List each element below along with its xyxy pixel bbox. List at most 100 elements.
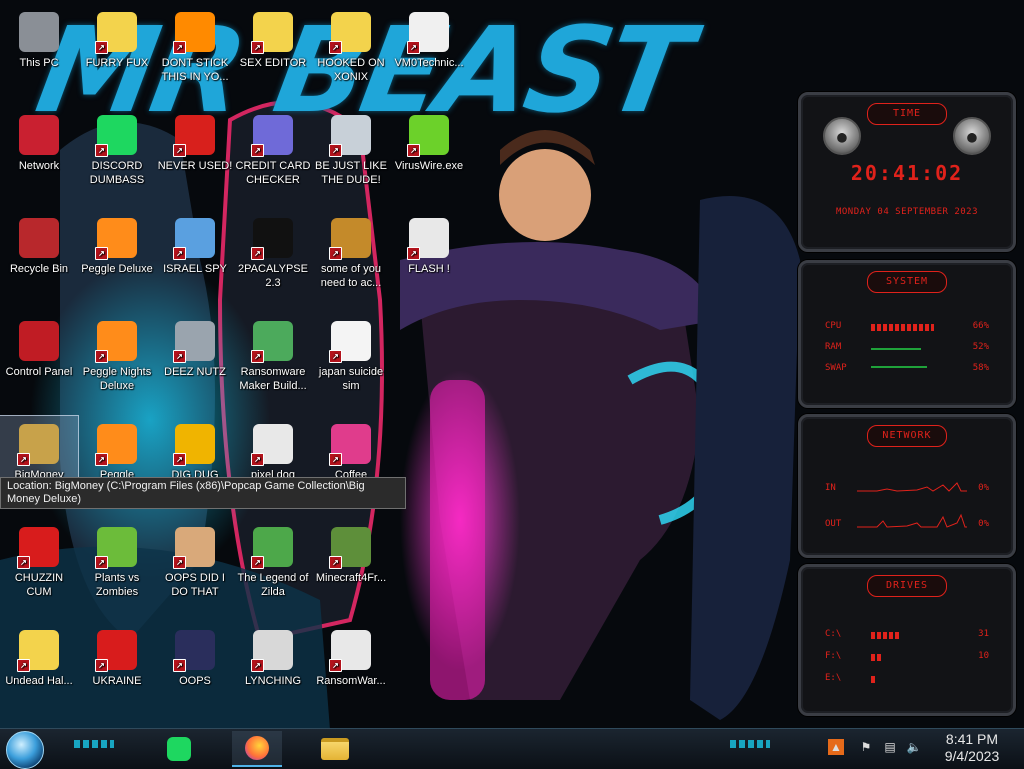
desktop-icon-label: VirusWire.exe [394, 160, 464, 172]
taskbar-pin-file-explorer[interactable] [310, 731, 360, 767]
monitor-icon: ↗ [329, 422, 373, 466]
dog-icon: ↗ [329, 216, 373, 260]
desktop-icon[interactable]: This PC [0, 4, 78, 70]
desktop-icon[interactable]: ↗ VirusWire.exe [390, 107, 468, 173]
desktop-icon[interactable]: ↗ Plants vs Zombies [78, 519, 156, 599]
shortcut-arrow-icon: ↗ [17, 556, 30, 569]
taskbar-clock[interactable]: 8:41 PM 9/4/2023 [930, 731, 1014, 765]
taskbar-decoration [74, 740, 114, 748]
flag-icon[interactable]: ⚑ [858, 739, 874, 755]
desktop-icon[interactable]: ↗ Peggle Deluxe [78, 210, 156, 276]
desktop-icon[interactable]: ↗ LYNCHING [234, 622, 312, 688]
desktop-icon-label: FLASH ! [408, 263, 450, 275]
flash-icon: ↗ [407, 216, 451, 260]
shortcut-arrow-icon: ↗ [251, 350, 264, 363]
network-icon[interactable]: ▤ [882, 739, 898, 755]
system-row-ram: RAM 52% [825, 342, 989, 356]
desktop-icon-label: DEEZ NUTZ [164, 366, 226, 378]
desktop-icon[interactable]: ↗ Minecraft4Fr... [312, 519, 390, 585]
shortcut-arrow-icon: ↗ [329, 144, 342, 157]
icon-shape [19, 12, 59, 52]
drives-gadget[interactable]: DRIVES C:\ 31 F:\ 10 E:\ [798, 564, 1016, 716]
desktop-icon[interactable]: ↗ pixel dog [234, 416, 312, 482]
network-row-value: 0% [978, 483, 989, 493]
desktop-icon[interactable]: ↗ RansomWar... [312, 622, 390, 688]
desktop-icon[interactable]: Network [0, 107, 78, 173]
network-in-graph [857, 482, 967, 492]
hardware-icon[interactable]: ▲ [828, 739, 844, 755]
desktop-icon[interactable]: Recycle Bin [0, 210, 78, 276]
desktop-icon[interactable]: ↗ FLASH ! [390, 210, 468, 276]
desktop-icon[interactable]: ↗ OOPS [156, 622, 234, 688]
cpu-usage-bar [871, 324, 967, 331]
taskbar-pin-firefox[interactable] [232, 731, 282, 767]
shortcut-arrow-icon: ↗ [95, 453, 108, 466]
desktop-icon[interactable]: ↗ DONT STICK THIS IN YO... [156, 4, 234, 84]
network-gadget[interactable]: NETWORK IN 0% OUT 0% [798, 414, 1016, 558]
shortcut-arrow-icon: ↗ [173, 247, 186, 260]
desktop-icon[interactable]: ↗ HOOKED ON XONIX [312, 4, 390, 84]
desktop-icon[interactable]: ↗ 2PACALYPSE 2.3 [234, 210, 312, 290]
network-gadget-title: NETWORK [867, 425, 947, 447]
desktop-icon[interactable]: ↗ Peggle Nights Deluxe [78, 313, 156, 393]
desktop-icon[interactable]: ↗ DEEZ NUTZ [156, 313, 234, 379]
desktop-icon-label: japan suicide sim [318, 366, 384, 392]
desktop-icon[interactable]: ↗ BigMoney [0, 415, 79, 483]
desktop-icon-label: OOPS [179, 675, 211, 687]
taskbar-decoration [730, 740, 770, 748]
shortcut-arrow-icon: ↗ [329, 453, 342, 466]
desktop-icon[interactable]: ↗ The Legend of Zilda [234, 519, 312, 599]
drive-e-usage-bar [871, 676, 967, 683]
desktop-icon[interactable]: ↗ Coffee [312, 416, 390, 482]
desktop-icon[interactable]: ↗ japan suicide sim [312, 313, 390, 393]
desktop-icon[interactable]: ↗ DISCORD DUMBASS [78, 107, 156, 187]
lime-icon: ↗ [407, 113, 451, 157]
desktop-icon[interactable]: ↗ CHUZZIN CUM [0, 519, 78, 599]
folder-icon [321, 738, 349, 760]
peggle-icon: ↗ [95, 319, 139, 363]
desktop-icon[interactable]: ↗ SEX EDITOR [234, 4, 312, 70]
desktop-icon-label: CREDIT CARD CHECKER [235, 160, 311, 186]
shortcut-arrow-icon: ↗ [251, 659, 264, 672]
desktop-icon[interactable]: Control Panel [0, 313, 78, 379]
skull-icon: ↗ [329, 628, 373, 672]
taskbar-pin-spotify[interactable] [154, 731, 204, 767]
de-icon: ↗ [173, 422, 217, 466]
desktop-icon[interactable]: ↗ BE JUST LIKE THE DUDE! [312, 107, 390, 187]
volume-icon[interactable]: 🔈 [906, 739, 922, 755]
desktop-icon[interactable]: ↗ ISRAEL SPY [156, 210, 234, 276]
network-row-value: 0% [978, 519, 989, 529]
desktop-icon[interactable]: ↗ UKRAINE [78, 622, 156, 688]
desktop-icon[interactable]: ↗ some of you need to ac... [312, 210, 390, 290]
chuzzle-icon: ↗ [17, 525, 61, 569]
desktop-icon[interactable]: ↗ CREDIT CARD CHECKER [234, 107, 312, 187]
alien-head-icon: ● [823, 117, 861, 155]
desktop-icon[interactable]: ↗ NEVER USED! [156, 107, 234, 173]
system-gadget[interactable]: SYSTEM CPU 66% RAM 52% SWAP 58% [798, 260, 1016, 408]
dev-icon: ↗ [173, 113, 217, 157]
windows-orb-icon[interactable] [6, 731, 44, 769]
desktop-icon-label: Ransomware Maker Build... [239, 366, 307, 392]
shortcut-arrow-icon: ↗ [251, 247, 264, 260]
desktop-icon[interactable]: ↗ VM0Technic... [390, 4, 468, 70]
desktop-icon[interactable]: ↗ OOPS DID I DO THAT [156, 519, 234, 599]
shortcut-arrow-icon: ↗ [17, 453, 30, 466]
desktop-icon-label: some of you need to ac... [320, 263, 382, 289]
system-row-value: 52% [972, 342, 989, 352]
icon-shape [19, 115, 59, 155]
cone-icon: ↗ [173, 10, 217, 54]
character-icon: ↗ [95, 10, 139, 54]
swap-usage-bar [871, 366, 967, 373]
desktop-icon-label: DONT STICK THIS IN YO... [161, 57, 229, 83]
desktop-icon[interactable]: ↗ FURRY FUX [78, 4, 156, 70]
desktop-icon[interactable]: ↗ DIG DUG [156, 416, 234, 482]
desktop-icon[interactable]: ↗ Undead Hal... [0, 622, 78, 688]
shortcut-arrow-icon: ↗ [329, 659, 342, 672]
desktop-icon[interactable]: ↗ Peggle [78, 416, 156, 482]
time-gadget[interactable]: ● ● TIME 20:41:02 MONDAY 04 SEPTEMBER 20… [798, 92, 1016, 252]
shortcut-arrow-icon: ↗ [173, 659, 186, 672]
spotify-icon: ↗ [95, 113, 139, 157]
desktop-icon-label: Peggle Nights Deluxe [82, 366, 152, 392]
desktop-icon[interactable]: ↗ Ransomware Maker Build... [234, 313, 312, 393]
system-gadget-title: SYSTEM [867, 271, 947, 293]
